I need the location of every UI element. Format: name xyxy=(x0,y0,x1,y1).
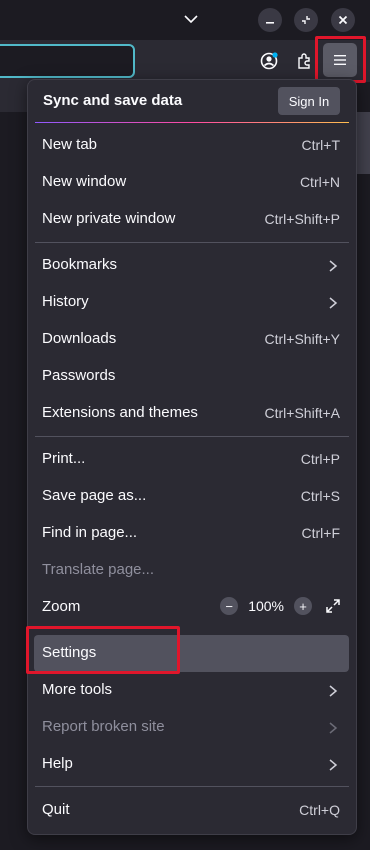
menu-item-quit[interactable]: Quit Ctrl+Q xyxy=(28,792,356,829)
menu-item-label: Bookmarks xyxy=(42,256,118,273)
menu-item-label: Quit xyxy=(42,801,70,818)
menu-item-shortcut: Ctrl+N xyxy=(299,174,340,190)
menu-item-shortcut: Ctrl+Shift+A xyxy=(264,405,340,421)
account-button[interactable] xyxy=(258,50,280,72)
chevron-right-icon xyxy=(329,759,338,771)
menu-item-history[interactable]: History xyxy=(28,284,356,321)
menu-item-label: New tab xyxy=(42,136,98,153)
menu-item-label: Zoom xyxy=(42,598,81,615)
sign-in-button[interactable]: Sign In xyxy=(278,87,340,115)
tab-strip-fragment xyxy=(0,82,28,112)
chevron-down-icon[interactable] xyxy=(182,10,200,28)
settings-highlight xyxy=(26,626,180,674)
menu-item-label: New private window xyxy=(42,210,176,227)
menu-item-label: Translate page... xyxy=(42,561,155,578)
menu-item-label: Report broken site xyxy=(42,718,165,735)
zoom-controls: − 100% + xyxy=(220,597,342,615)
menu-separator xyxy=(35,786,349,787)
menu-item-new-tab[interactable]: New tab Ctrl+T xyxy=(28,127,356,164)
restore-button[interactable] xyxy=(294,8,318,32)
menu-item-new-private-window[interactable]: New private window Ctrl+Shift+P xyxy=(28,201,356,238)
menu-item-label: History xyxy=(42,293,89,310)
close-icon xyxy=(338,15,348,25)
menu-item-label: Help xyxy=(42,755,73,772)
zoom-out-button[interactable]: − xyxy=(220,597,239,615)
menu-item-translate-page: Translate page... xyxy=(28,552,356,589)
menu-item-shortcut: Ctrl+T xyxy=(301,137,341,153)
account-icon xyxy=(260,52,278,70)
gradient-divider xyxy=(35,122,349,123)
menu-item-label: Extensions and themes xyxy=(42,404,198,421)
extensions-button[interactable] xyxy=(294,50,316,72)
menu-item-more-tools[interactable]: More tools xyxy=(28,672,356,709)
zoom-level[interactable]: 100% xyxy=(248,598,284,614)
chevron-right-icon xyxy=(329,297,338,309)
menu-item-label: More tools xyxy=(42,681,113,698)
zoom-in-button[interactable]: + xyxy=(294,597,312,615)
menu-separator xyxy=(35,436,349,437)
menu-item-passwords[interactable]: Passwords xyxy=(28,358,356,395)
menu-item-report-broken-site: Report broken site xyxy=(28,709,356,746)
app-menu-panel: Sync and save data Sign In New tab Ctrl+… xyxy=(27,79,357,835)
menu-item-shortcut: Ctrl+Q xyxy=(299,802,340,818)
url-bar[interactable] xyxy=(0,44,135,78)
menu-item-help[interactable]: Help xyxy=(28,746,356,783)
menu-item-shortcut: Ctrl+Shift+Y xyxy=(264,331,340,347)
minimize-button[interactable] xyxy=(258,8,282,32)
extensions-icon xyxy=(298,53,310,69)
menu-item-print[interactable]: Print... Ctrl+P xyxy=(28,441,356,478)
menu-item-bookmarks[interactable]: Bookmarks xyxy=(28,247,356,284)
chevron-right-icon xyxy=(329,722,338,734)
menu-item-shortcut: Ctrl+P xyxy=(300,451,340,467)
menu-item-find-in-page[interactable]: Find in page... Ctrl+F xyxy=(28,515,356,552)
title-bar xyxy=(0,0,370,40)
minimize-icon xyxy=(266,22,274,24)
close-button[interactable] xyxy=(331,8,355,32)
menu-item-zoom: Zoom − 100% + xyxy=(28,589,356,626)
menu-separator xyxy=(35,242,349,243)
menu-item-save-page-as[interactable]: Save page as... Ctrl+S xyxy=(28,478,356,515)
fullscreen-icon[interactable] xyxy=(324,597,342,615)
menu-item-downloads[interactable]: Downloads Ctrl+Shift+Y xyxy=(28,321,356,358)
menu-item-label: New window xyxy=(42,173,127,190)
sync-title: Sync and save data xyxy=(43,92,183,109)
chevron-right-icon xyxy=(329,685,338,697)
restore-icon xyxy=(302,16,310,24)
menu-item-shortcut: Ctrl+F xyxy=(301,525,341,541)
menu-item-shortcut: Ctrl+Shift+P xyxy=(264,211,340,227)
chevron-right-icon xyxy=(329,260,338,272)
scrollbar-fragment xyxy=(355,112,370,174)
menu-item-label: Find in page... xyxy=(42,524,138,541)
menu-item-label: Print... xyxy=(42,450,86,467)
menu-item-new-window[interactable]: New window Ctrl+N xyxy=(28,164,356,201)
menu-button-highlight xyxy=(315,36,366,83)
menu-item-label: Downloads xyxy=(42,330,117,347)
menu-item-shortcut: Ctrl+S xyxy=(300,488,340,504)
menu-item-extensions-and-themes[interactable]: Extensions and themes Ctrl+Shift+A xyxy=(28,395,356,432)
menu-item-label: Save page as... xyxy=(42,487,147,504)
menu-item-label: Passwords xyxy=(42,367,116,384)
